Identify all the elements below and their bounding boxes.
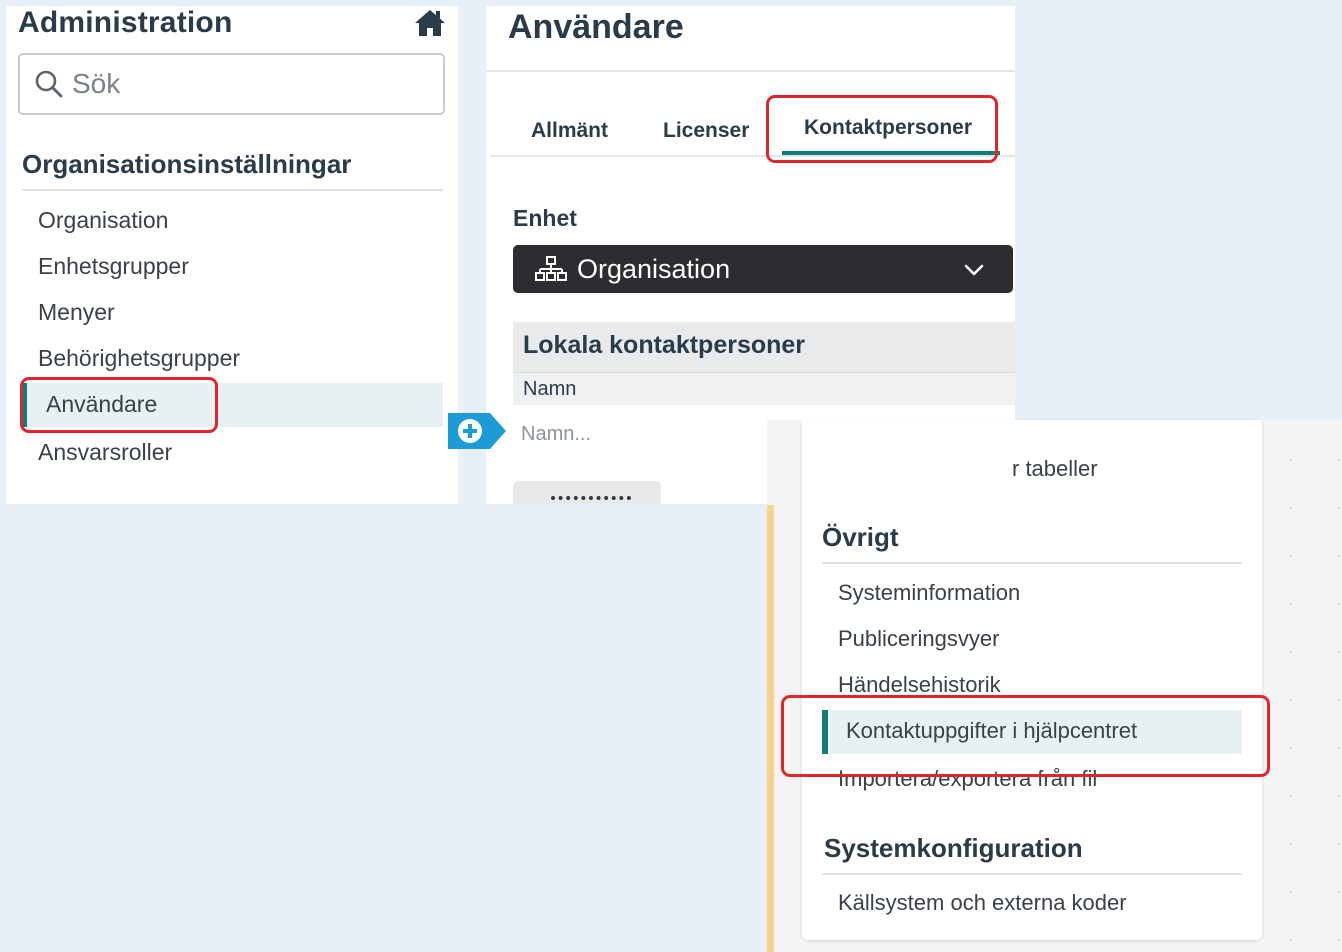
sidebar-title: Administration: [18, 6, 233, 39]
add-button[interactable]: [513, 481, 661, 504]
section-divider: [822, 873, 1242, 875]
column-header-namn: Namn: [513, 372, 1015, 405]
admin-sidebar: Administration Organisationsinställninga…: [6, 6, 462, 504]
sidebar-item-menyer[interactable]: Menyer: [38, 299, 115, 326]
highlight-box-kontaktuppgifter: [781, 695, 1270, 777]
sidebar-item-ansvarsroller[interactable]: Ansvarsroller: [38, 439, 172, 466]
add-connector-icon: [448, 413, 506, 449]
highlight-box-anvandare: [20, 377, 218, 433]
enhet-select[interactable]: Organisation: [513, 245, 1013, 293]
menu-item-partial[interactable]: r tabeller: [1012, 456, 1098, 482]
tab-licenser[interactable]: Licenser: [663, 119, 749, 143]
search-icon: [35, 70, 63, 98]
home-icon[interactable]: [414, 8, 446, 38]
section-divider: [22, 189, 443, 191]
search-box[interactable]: [18, 53, 445, 115]
section-title-ovrigt: Övrigt: [822, 522, 899, 552]
org-tree-icon: [535, 256, 567, 281]
chevron-down-icon: [964, 264, 984, 276]
menu-item-publiceringsvyer[interactable]: Publiceringsvyer: [838, 626, 999, 652]
local-contacts-title: Lokala kontaktpersoner: [513, 322, 1015, 372]
sidebar-item-behorighetsgrupper[interactable]: Behörighetsgrupper: [38, 345, 240, 372]
search-input[interactable]: [72, 68, 432, 100]
sidebar-item-enhetsgrupper[interactable]: Enhetsgrupper: [38, 253, 189, 280]
enhet-selected-value: Organisation: [577, 253, 731, 284]
enhet-label: Enhet: [513, 205, 577, 231]
add-button-label-partial: [551, 496, 631, 500]
highlight-box-kontaktpersoner: [766, 95, 998, 163]
sidebar-item-organisation[interactable]: Organisation: [38, 207, 168, 234]
menu-accent-bar: [767, 505, 774, 952]
title-divider: [486, 70, 1015, 72]
section-divider: [822, 562, 1242, 564]
section-title-organisation-settings: Organisationsinställningar: [22, 149, 352, 179]
menu-item-kallsystem[interactable]: Källsystem och externa koder: [838, 890, 1127, 916]
page-title: Användare: [508, 8, 684, 46]
menu-item-systeminformation[interactable]: Systeminformation: [838, 580, 1020, 606]
section-title-systemkonfiguration: Systemkonfiguration: [824, 833, 1083, 863]
tab-allmant[interactable]: Allmänt: [531, 119, 608, 143]
